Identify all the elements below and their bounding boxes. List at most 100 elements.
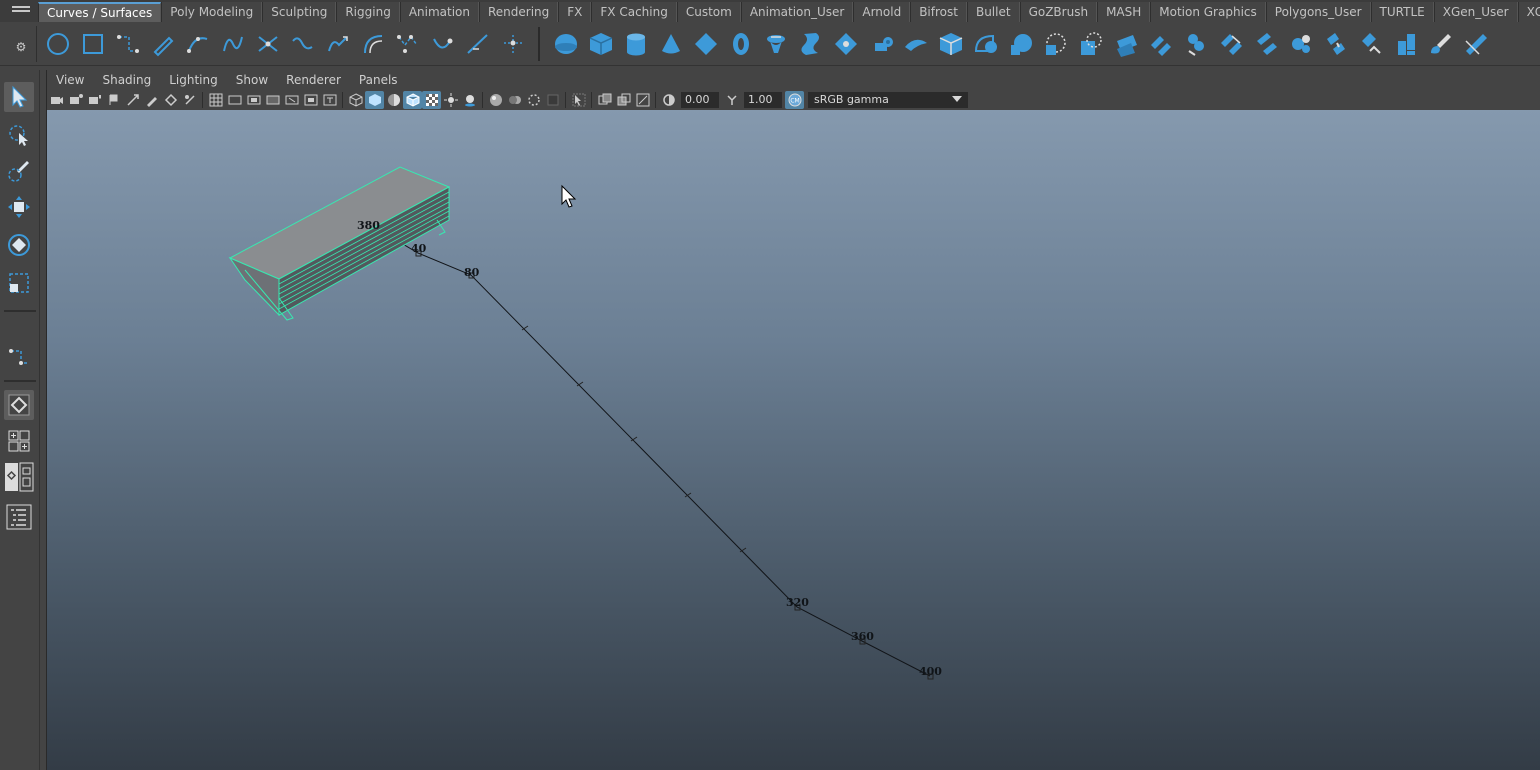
- film-gate-icon[interactable]: [225, 91, 244, 109]
- xray-active-components-icon[interactable]: [614, 91, 633, 109]
- rotate-tool-icon[interactable]: [4, 230, 34, 260]
- rebuild-curve-icon[interactable]: [390, 26, 425, 62]
- smooth-shade-icon[interactable]: [365, 91, 384, 109]
- panel-menu-shading[interactable]: Shading: [93, 70, 160, 90]
- shelf-tab-rigging[interactable]: Rigging: [336, 2, 400, 22]
- camera-attributes-icon[interactable]: [66, 91, 85, 109]
- nurbs-cylinder-icon[interactable]: [618, 26, 653, 62]
- gamma-icon[interactable]: [722, 91, 741, 109]
- shelf-gear-icon[interactable]: ⚙: [14, 40, 28, 54]
- insert-isoparms-icon[interactable]: [1318, 26, 1353, 62]
- bevel-surface-icon[interactable]: [1003, 26, 1038, 62]
- grid-icon[interactable]: [206, 91, 225, 109]
- project-curve-icon[interactable]: [1038, 26, 1073, 62]
- intersect-surfaces-icon[interactable]: [1073, 26, 1108, 62]
- bookmarks-icon[interactable]: [85, 91, 104, 109]
- trim-tool-icon[interactable]: [1108, 26, 1143, 62]
- shelf-tab-arnold[interactable]: Arnold: [853, 2, 911, 22]
- select-camera-icon[interactable]: [47, 91, 66, 109]
- nurbs-plane-icon[interactable]: [688, 26, 723, 62]
- use-all-lights-icon[interactable]: [441, 91, 460, 109]
- shelf-tab-animation[interactable]: Animation: [399, 2, 479, 22]
- shelf-tab-gozbrush[interactable]: GoZBrush: [1019, 2, 1098, 22]
- loft-icon[interactable]: [793, 26, 828, 62]
- bezier-curve-tool-icon[interactable]: [215, 26, 250, 62]
- shelf-tab-sculpting[interactable]: Sculpting: [262, 2, 337, 22]
- move-tool-icon[interactable]: [4, 192, 34, 222]
- nurbs-sphere-icon[interactable]: [548, 26, 583, 62]
- untrim-icon[interactable]: [1143, 26, 1178, 62]
- rebuild-surfaces-icon[interactable]: [1388, 26, 1423, 62]
- intersect-curves-icon[interactable]: [250, 26, 285, 62]
- last-tool-used-icon[interactable]: [4, 342, 34, 372]
- shelf-tab-bifrost[interactable]: Bifrost: [910, 2, 967, 22]
- use-default-material-icon[interactable]: [384, 91, 403, 109]
- shelf-tab-custom[interactable]: Custom: [676, 2, 741, 22]
- pencil-curve-tool-icon[interactable]: [145, 26, 180, 62]
- 2d-pan-zoom-icon[interactable]: [123, 91, 142, 109]
- offset-curve-icon[interactable]: [355, 26, 390, 62]
- nurbs-square-icon[interactable]: [75, 26, 110, 62]
- paint-select-tool-icon[interactable]: [4, 156, 34, 186]
- sculpt-geometry-icon[interactable]: [1423, 26, 1458, 62]
- revolve-icon[interactable]: [758, 26, 793, 62]
- nurbs-cube-icon[interactable]: [583, 26, 618, 62]
- safe-action-area-icon[interactable]: [301, 91, 320, 109]
- planar-icon[interactable]: [828, 26, 863, 62]
- extend-curve-icon[interactable]: [320, 26, 355, 62]
- depth-of-field-icon[interactable]: [543, 91, 562, 109]
- wireframe-icon[interactable]: [346, 91, 365, 109]
- safe-title-icon[interactable]: [320, 91, 339, 109]
- safe-action-icon[interactable]: [180, 91, 199, 109]
- shelf-tab-xgen[interactable]: XGen: [1517, 2, 1540, 22]
- lasso-tool-icon[interactable]: [4, 120, 34, 150]
- xray-icon[interactable]: [595, 91, 614, 109]
- shadows-icon[interactable]: [460, 91, 479, 109]
- select-tool-icon[interactable]: [4, 82, 34, 112]
- exposure-icon[interactable]: [659, 91, 678, 109]
- shelf-menu-icon[interactable]: [12, 6, 30, 16]
- persp-outliner-layout-icon[interactable]: [4, 462, 34, 492]
- shelf-tab-xgen-user[interactable]: XGen_User: [1433, 2, 1518, 22]
- birail-icon[interactable]: [898, 26, 933, 62]
- shelf-tab-curves-surfaces[interactable]: Curves / Surfaces: [38, 2, 162, 22]
- image-plane-icon[interactable]: [104, 91, 123, 109]
- square-surface-icon[interactable]: [968, 26, 1003, 62]
- boundary-icon[interactable]: [933, 26, 968, 62]
- grease-pencil-icon[interactable]: [142, 91, 161, 109]
- cut-curve-icon[interactable]: [285, 26, 320, 62]
- panel-menu-lighting[interactable]: Lighting: [160, 70, 227, 90]
- surface-editing-icon[interactable]: [1458, 26, 1493, 62]
- panel-menu-show[interactable]: Show: [227, 70, 277, 90]
- shelf-tab-animation-user[interactable]: Animation_User: [740, 2, 854, 22]
- perspective-viewport[interactable]: 380 40 80 320 360 400: [47, 110, 1540, 770]
- single-perspective-view-icon[interactable]: [4, 390, 34, 420]
- scene-canvas[interactable]: 380 40 80 320 360 400: [47, 110, 1540, 770]
- panel-menu-renderer[interactable]: Renderer: [277, 70, 350, 90]
- xray-joints-icon[interactable]: [633, 91, 652, 109]
- attach-surfaces-icon[interactable]: [1178, 26, 1213, 62]
- scale-tool-icon[interactable]: [4, 268, 34, 298]
- exposure-field[interactable]: 0.00: [681, 92, 719, 108]
- four-view-layout-icon[interactable]: [4, 426, 34, 456]
- resolution-gate-icon[interactable]: [244, 91, 263, 109]
- shelf-tab-rendering[interactable]: Rendering: [479, 2, 559, 22]
- wireframe-on-shaded-icon[interactable]: [403, 91, 422, 109]
- ep-curve-tool-icon[interactable]: [180, 26, 215, 62]
- color-management-icon[interactable]: CM: [785, 91, 804, 109]
- bezier-anchor-icon[interactable]: [495, 26, 530, 62]
- extend-surfaces-icon[interactable]: [1353, 26, 1388, 62]
- motion-blur-icon[interactable]: [505, 91, 524, 109]
- shelf-tab-motion-graphics[interactable]: Motion Graphics: [1150, 2, 1266, 22]
- nurbs-torus-icon[interactable]: [723, 26, 758, 62]
- cv-curve-tool-icon[interactable]: [110, 26, 145, 62]
- camera-lock-icon[interactable]: [161, 91, 180, 109]
- detach-surfaces-icon[interactable]: [1213, 26, 1248, 62]
- motion-path-curve[interactable]: [368, 223, 931, 677]
- add-points-tool-icon[interactable]: [425, 26, 460, 62]
- align-surfaces-icon[interactable]: [1248, 26, 1283, 62]
- nurbs-cone-icon[interactable]: [653, 26, 688, 62]
- shelf-tab-poly-modeling[interactable]: Poly Modeling: [161, 2, 263, 22]
- multisample-aa-icon[interactable]: [524, 91, 543, 109]
- textured-icon[interactable]: [422, 91, 441, 109]
